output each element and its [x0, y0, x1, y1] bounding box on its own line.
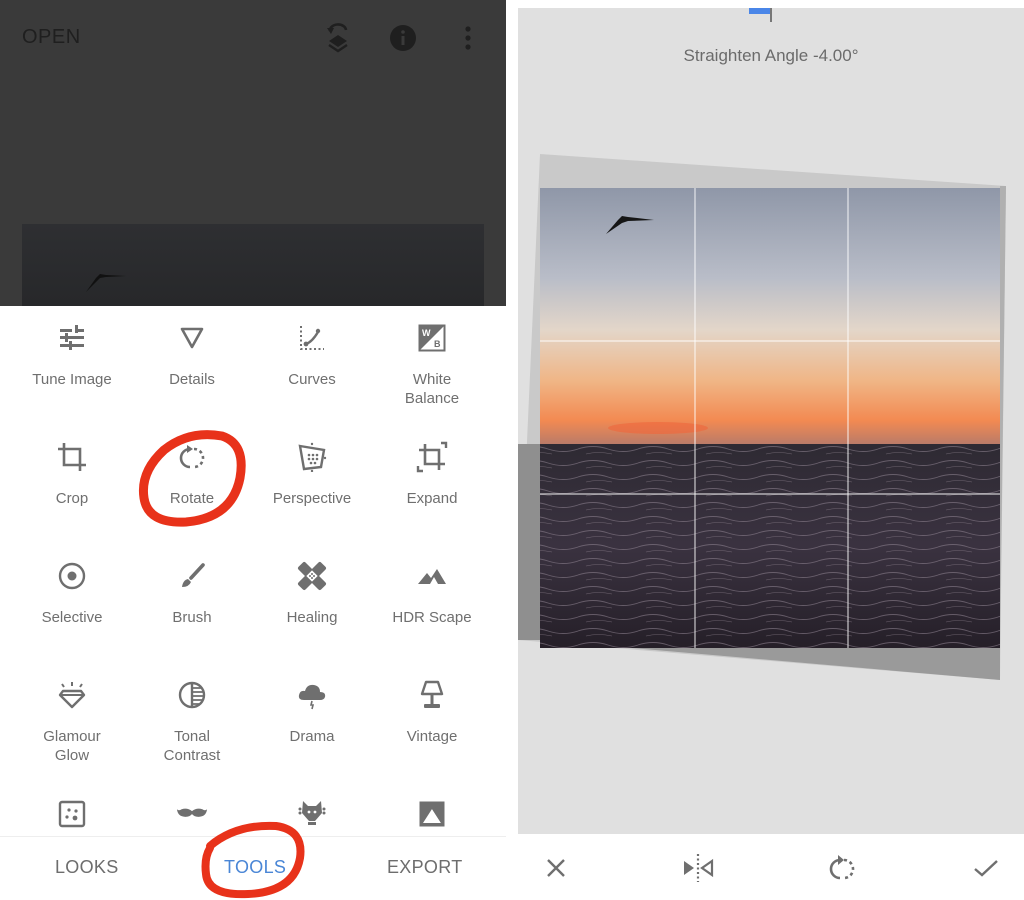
- tool-healing[interactable]: Healing: [252, 544, 372, 654]
- mountains-icon: [416, 560, 448, 592]
- tune-sliders-icon: [56, 322, 88, 354]
- rotate-action-bar: [518, 834, 1024, 900]
- rotate-icon: [829, 855, 855, 880]
- svg-text:B: B: [434, 339, 441, 349]
- lamp-icon: [416, 679, 448, 711]
- tool-label: White Balance: [404, 371, 460, 407]
- tools-grid: Tune Image Details Curves W B White Bala…: [0, 306, 506, 836]
- tool-grainy-film[interactable]: [12, 782, 132, 836]
- close-icon: [547, 859, 565, 877]
- tool-brush[interactable]: Brush: [132, 544, 252, 654]
- tool-vintage[interactable]: Vintage: [372, 663, 492, 773]
- bottom-navigation: LOOKS TOOLS EXPORT: [0, 836, 506, 900]
- tool-label: Selective: [41, 609, 103, 626]
- curves-icon: [296, 322, 328, 354]
- tonal-contrast-icon: [176, 679, 208, 711]
- tool-details[interactable]: Details: [132, 306, 252, 416]
- svg-text:W: W: [422, 328, 431, 338]
- tool-mustache[interactable]: [132, 782, 252, 836]
- perspective-icon: [296, 441, 328, 473]
- rotate-icon: [176, 441, 208, 473]
- more-vert-icon[interactable]: [452, 22, 484, 54]
- undo-layers-icon[interactable]: [322, 22, 354, 54]
- tool-perspective[interactable]: Perspective: [252, 425, 372, 535]
- diamond-glow-icon: [56, 679, 88, 711]
- tool-label: Tonal Contrast: [163, 728, 221, 764]
- tab-export[interactable]: EXPORT: [387, 857, 463, 878]
- guitar-head-icon: [296, 798, 328, 830]
- healing-bandage-icon: [296, 560, 328, 592]
- tool-label: Healing: [286, 609, 338, 626]
- image-preview-area: OPEN: [0, 0, 506, 306]
- tool-frames[interactable]: [372, 782, 492, 836]
- rotate-screen: Straighten Angle -4.00°: [518, 0, 1024, 900]
- tool-expand[interactable]: Expand: [372, 425, 492, 535]
- tool-crop[interactable]: Crop: [12, 425, 132, 535]
- rotate-canvas: Straighten Angle -4.00°: [518, 8, 1024, 834]
- rotate-90-button[interactable]: [826, 852, 858, 884]
- tool-white-balance[interactable]: W B White Balance: [372, 306, 492, 416]
- tool-label: Crop: [55, 490, 89, 507]
- tool-drama[interactable]: Drama: [252, 663, 372, 773]
- cancel-button[interactable]: [540, 852, 572, 884]
- bird-silhouette: [86, 274, 126, 292]
- tool-label: Rotate: [169, 490, 215, 507]
- flip-horizontal-button[interactable]: [682, 852, 714, 884]
- tool-label: Curves: [288, 371, 336, 388]
- tool-label: Perspective: [272, 490, 352, 507]
- tool-label: HDR Scape: [392, 609, 472, 626]
- info-icon[interactable]: [387, 22, 419, 54]
- tool-rotate[interactable]: Rotate: [132, 425, 252, 535]
- mustache-icon: [176, 798, 208, 830]
- tool-label: Tune Image: [32, 371, 112, 388]
- open-button[interactable]: OPEN: [22, 26, 81, 49]
- white-balance-icon: W B: [416, 322, 448, 354]
- tool-label: Drama: [289, 728, 335, 745]
- selective-target-icon: [56, 560, 88, 592]
- tool-curves[interactable]: Curves: [252, 306, 372, 416]
- tool-tune-image[interactable]: Tune Image: [12, 306, 132, 416]
- image-thumbnail: [22, 224, 484, 306]
- tool-label: Vintage: [406, 728, 458, 745]
- tool-label: Expand: [406, 490, 458, 507]
- tool-label: Brush: [172, 609, 212, 626]
- grainy-film-icon: [56, 798, 88, 830]
- tool-grunge[interactable]: [252, 782, 372, 836]
- tool-glamour-glow[interactable]: Glamour Glow: [12, 663, 132, 773]
- tool-label: Glamour Glow: [43, 728, 101, 764]
- tool-selective[interactable]: Selective: [12, 544, 132, 654]
- tool-hdr-scape[interactable]: HDR Scape: [372, 544, 492, 654]
- tool-tonal-contrast[interactable]: Tonal Contrast: [132, 663, 252, 773]
- flip-horizontal-icon: [684, 854, 714, 882]
- crop-icon: [56, 441, 88, 473]
- details-triangle-icon: [176, 322, 208, 354]
- tools-screen: OPEN Tune Image Details Curves W B White…: [0, 0, 506, 900]
- frames-icon: [416, 798, 448, 830]
- tab-tools[interactable]: TOOLS: [224, 857, 286, 878]
- rotated-photo: [518, 154, 1006, 680]
- apply-button[interactable]: [970, 852, 1002, 884]
- expand-icon: [416, 441, 448, 473]
- panel-divider: [506, 0, 518, 900]
- storm-cloud-icon: [296, 679, 328, 711]
- brush-icon: [176, 560, 208, 592]
- tool-label: Details: [169, 371, 215, 388]
- tab-looks[interactable]: LOOKS: [55, 857, 119, 878]
- check-icon: [974, 860, 998, 877]
